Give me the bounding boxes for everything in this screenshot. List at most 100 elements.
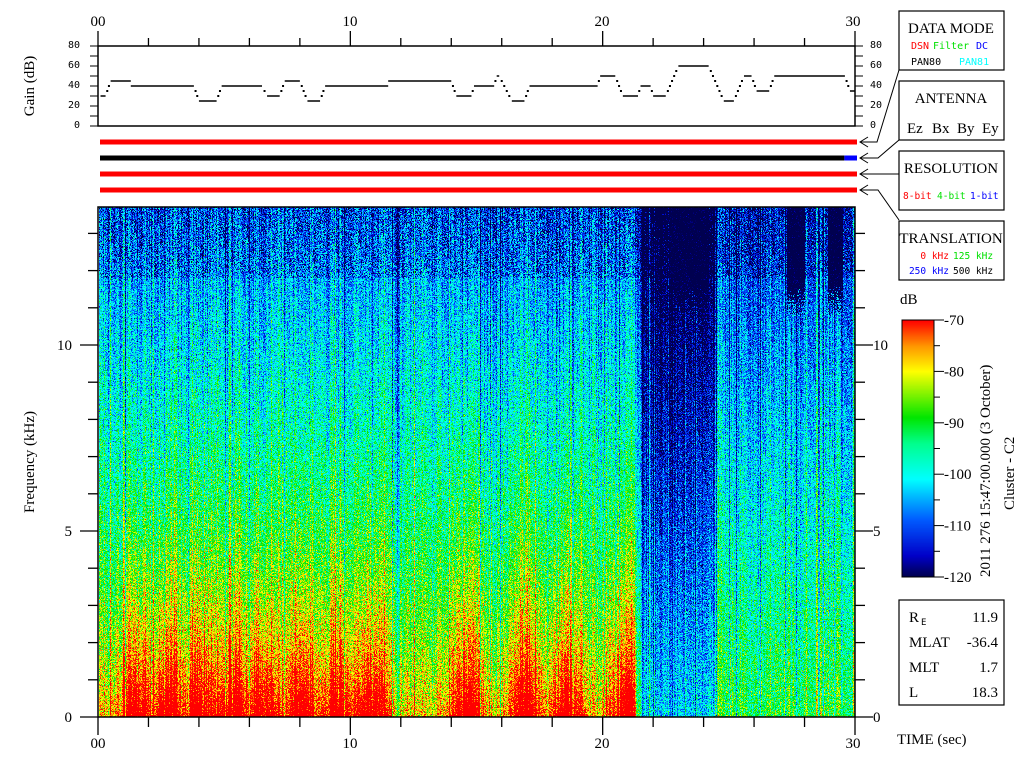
top-tick-label: 30 — [846, 14, 861, 30]
resolution-bar — [100, 171, 857, 177]
gain-tick-label-right: 20 — [870, 100, 882, 111]
spectrogram-frame — [97, 206, 856, 718]
stat-value-re: 11.9 — [972, 610, 998, 626]
freq-tick-label: 10 — [57, 338, 72, 354]
gain-transition-point — [709, 70, 712, 72]
antenna-ey: Ey — [982, 121, 999, 137]
resolution-title: RESOLUTION — [904, 161, 998, 177]
gain-transition-point — [217, 95, 220, 97]
antenna-ez: Ez — [907, 121, 923, 137]
gain-transition-point — [106, 90, 109, 92]
stat-label-re: R — [909, 610, 919, 626]
gain-transition-point — [771, 80, 774, 82]
gain-transition-point — [650, 90, 653, 92]
top-time-axis — [97, 31, 856, 46]
colorbar-tick-label: -90 — [944, 416, 964, 432]
gain-transition-point — [752, 80, 755, 82]
gain-transition-point — [673, 75, 676, 77]
colorbar-tick-label: -70 — [944, 313, 964, 329]
gain-trace — [100, 65, 855, 102]
gain-transition-point — [736, 90, 739, 92]
gain-transition-point — [302, 90, 305, 92]
gain-transition-point — [711, 75, 714, 77]
top-tick-label: 10 — [343, 14, 358, 30]
legend-connectors — [859, 69, 900, 221]
colorbar-tick-label: -120 — [944, 570, 972, 586]
resolution-8bit: 8-bit — [903, 191, 932, 202]
gain-transition-point — [194, 90, 197, 92]
gain-transition-point — [263, 90, 266, 92]
translation-0khz: 0 kHz — [920, 251, 949, 262]
spectrogram-ticks — [80, 232, 873, 735]
colorbar-tick-label: -110 — [944, 519, 971, 535]
gain-transition-point — [619, 90, 622, 92]
gain-transition-point — [666, 90, 669, 92]
gain-transition-point — [526, 90, 529, 92]
resolution-1bit: 1-bit — [970, 191, 999, 202]
translation-500khz: 500 kHz — [953, 266, 993, 277]
datetime-caption: 2011 276 15:47:00.000 (3 October) — [978, 365, 994, 577]
bottom-tick-label: 20 — [595, 736, 610, 752]
gain-transition-point — [451, 85, 454, 87]
gain-transition-point — [618, 85, 621, 87]
gain-tick-label-right: 80 — [870, 40, 882, 51]
stat-label-re-sub: E — [921, 618, 926, 628]
gain-transition-point — [738, 85, 741, 87]
stat-label-mlt: MLT — [909, 660, 939, 676]
gain-tick-label: 0 — [74, 120, 80, 131]
translation-125khz: 125 kHz — [953, 251, 993, 262]
gain-transition-point — [845, 80, 848, 82]
gain-transition-point — [300, 85, 303, 87]
time-axis-label: TIME (sec) — [897, 732, 967, 748]
freq-tick-label: 5 — [65, 524, 73, 540]
gain-transition-point — [716, 85, 719, 87]
gain-transition-point — [218, 90, 221, 92]
gain-tick-label: 40 — [68, 80, 80, 91]
gain-tick-label: 80 — [68, 40, 80, 51]
freq-tick-label-right: 0 — [873, 710, 881, 726]
antenna-bar — [844, 155, 857, 161]
gain-transition-point — [769, 85, 772, 87]
antenna-bx: Bx — [932, 121, 950, 137]
gain-transition-point — [671, 80, 674, 82]
bottom-tick-label: 00 — [91, 736, 106, 752]
colorbar-frame — [901, 319, 935, 578]
gain-transition-point — [453, 90, 456, 92]
plot-frame: 00 10 20 30 80 60 40 20 0 80 60 40 20 0 … — [22, 10, 1018, 752]
frequency-axis-label: Frequency (kHz) — [22, 411, 38, 513]
data-mode-pan81: PAN81 — [959, 57, 989, 68]
colorbar-ticks — [934, 319, 944, 578]
gain-transition-point — [734, 95, 737, 97]
gain-transition-point — [107, 85, 110, 87]
gain-transition-point — [503, 85, 506, 87]
freq-tick-label-right: 10 — [873, 338, 888, 354]
translation-bar — [100, 187, 857, 193]
stat-value-mlat: -36.4 — [967, 635, 999, 651]
gain-transition-point — [500, 80, 503, 82]
antenna-bar — [100, 155, 845, 161]
gain-tick-label-right: 0 — [870, 120, 876, 131]
data-mode-filter: Filter — [933, 41, 969, 52]
gain-transition-point — [675, 70, 678, 72]
gain-transition-point — [597, 80, 600, 82]
status-bars — [100, 139, 857, 193]
spacecraft-caption: Cluster - C2 — [1002, 437, 1018, 510]
data-mode-dc: DC — [976, 41, 988, 52]
gain-transition-point — [740, 80, 743, 82]
colorbar-tick-label: -100 — [944, 467, 972, 483]
gain-transition-point — [525, 95, 528, 97]
colorbar-unit: dB — [900, 292, 918, 308]
top-tick-label: 20 — [595, 14, 610, 30]
gain-transition-point — [282, 85, 285, 87]
gain-transition-point — [304, 95, 307, 97]
translation-title: TRANSLATION — [899, 231, 1002, 247]
gain-axis-label: Gain (dB) — [22, 56, 38, 116]
stat-value-mlt: 1.7 — [979, 660, 998, 676]
gain-tick-label-right: 60 — [870, 60, 882, 71]
gain-transition-point — [505, 90, 508, 92]
gain-transition-point — [196, 95, 199, 97]
freq-tick-label: 0 — [65, 710, 73, 726]
gain-transition-point — [320, 95, 323, 97]
colorbar-tick-label: -80 — [944, 364, 964, 380]
top-tick-label: 00 — [91, 14, 106, 30]
